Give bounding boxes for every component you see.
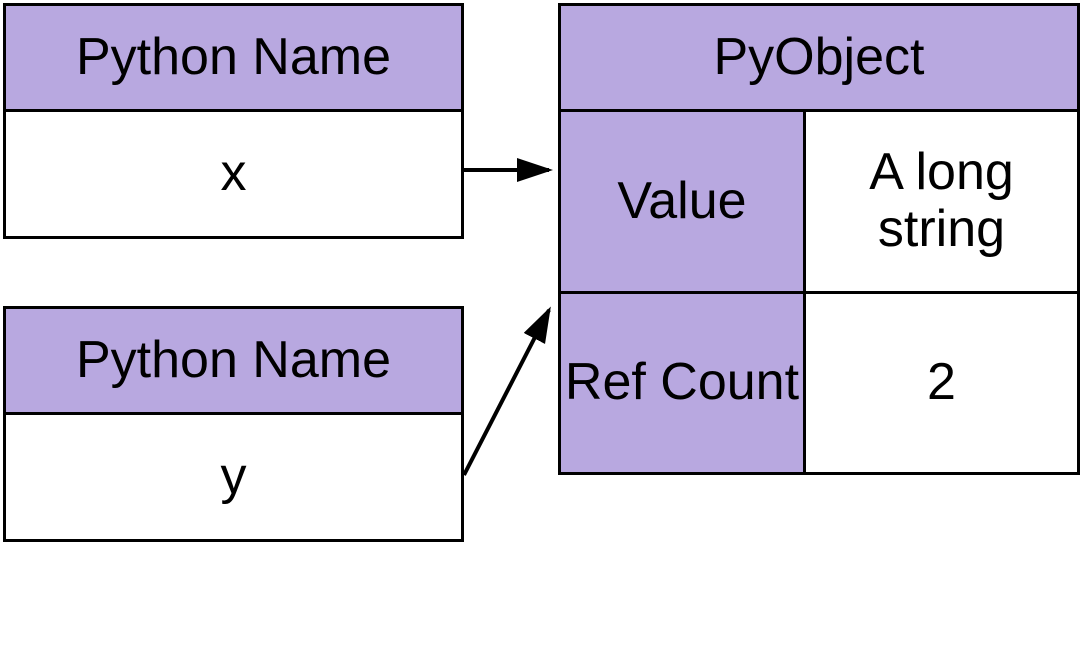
python-name-box-y: Python Name y <box>3 306 464 542</box>
pyobject-header: PyObject <box>561 6 1077 112</box>
python-name-header-y: Python Name <box>6 309 461 415</box>
arrow-x-to-pyobject <box>464 140 564 200</box>
pyobject-box: PyObject Value A long string Ref Count 2 <box>558 3 1080 475</box>
arrow-y-to-pyobject <box>464 300 564 500</box>
python-name-box-x: Python Name x <box>3 3 464 239</box>
pyobject-value-data: A long string <box>806 112 1077 291</box>
pyobject-refcount-label: Ref Count <box>561 294 806 473</box>
pyobject-row-value: Value A long string <box>561 112 1077 294</box>
pyobject-refcount-data: 2 <box>806 294 1077 473</box>
pyobject-value-label: Value <box>561 112 806 291</box>
pyobject-row-refcount: Ref Count 2 <box>561 294 1077 473</box>
python-name-value-y: y <box>6 415 461 539</box>
python-name-value-x: x <box>6 112 461 236</box>
python-name-header-x: Python Name <box>6 6 461 112</box>
